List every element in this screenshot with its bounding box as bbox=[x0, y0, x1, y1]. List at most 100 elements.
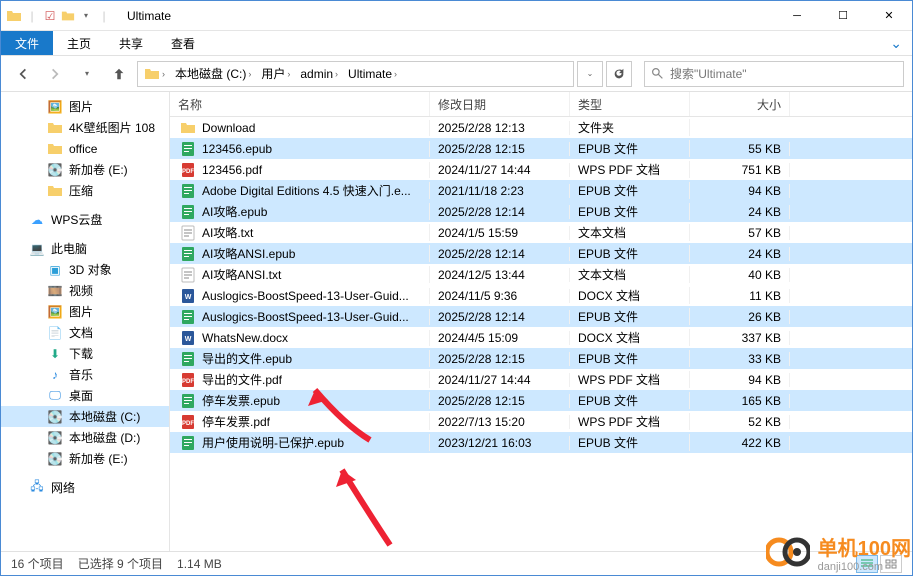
table-row[interactable]: AI攻略.txt2024/1/5 15:59文本文档57 KB bbox=[170, 222, 912, 243]
table-row[interactable]: 导出的文件.epub2025/2/28 12:15EPUB 文件33 KB bbox=[170, 348, 912, 369]
check-icon[interactable]: ☑ bbox=[42, 8, 58, 24]
recent-dropdown[interactable]: ▾ bbox=[73, 60, 101, 88]
forward-button[interactable] bbox=[41, 60, 69, 88]
up-button[interactable] bbox=[105, 60, 133, 88]
ribbon-tabs: 文件 主页 共享 查看 ⌄ bbox=[1, 31, 912, 56]
table-row[interactable]: AI攻略.epub2025/2/28 12:14EPUB 文件24 KB bbox=[170, 201, 912, 222]
breadcrumb-item[interactable]: admin› bbox=[296, 62, 344, 86]
drive-icon: 💽 bbox=[47, 430, 63, 446]
tree-docs[interactable]: 📄文档 bbox=[1, 322, 169, 343]
col-name[interactable]: 名称 bbox=[170, 92, 430, 116]
file-name: WhatsNew.docx bbox=[202, 331, 288, 345]
list-body[interactable]: Download2025/2/28 12:13文件夹123456.epub202… bbox=[170, 117, 912, 551]
tree-office[interactable]: office bbox=[1, 138, 169, 159]
table-row[interactable]: Auslogics-BoostSpeed-13-User-Guid... 2025… bbox=[170, 306, 912, 327]
tab-share[interactable]: 共享 bbox=[105, 31, 157, 55]
refresh-button[interactable] bbox=[606, 61, 632, 87]
breadcrumb-item[interactable]: 本地磁盘 (C:)› bbox=[171, 62, 257, 86]
tree-vol-e[interactable]: 💽新加卷 (E:) bbox=[1, 159, 169, 180]
table-row[interactable]: PDF停车发票.pdf2022/7/13 15:20WPS PDF 文档52 K… bbox=[170, 411, 912, 432]
breadcrumb[interactable]: › 本地磁盘 (C:)› 用户› admin› Ultimate› bbox=[137, 61, 574, 87]
tab-home[interactable]: 主页 bbox=[53, 31, 105, 55]
tree-3d[interactable]: ▣3D 对象 bbox=[1, 259, 169, 280]
tree-pics2[interactable]: 🖼️图片 bbox=[1, 301, 169, 322]
table-row[interactable]: AI攻略ANSI.txt2024/12/5 13:44文本文档40 KB bbox=[170, 264, 912, 285]
file-type: 文本文档 bbox=[570, 266, 690, 283]
table-row[interactable]: 停车发票.epub2025/2/28 12:15EPUB 文件165 KB bbox=[170, 390, 912, 411]
nav-tree[interactable]: 🖼️图片 4K壁纸图片 108 office 💽新加卷 (E:) 压缩 ☁WPS… bbox=[1, 92, 170, 551]
table-row[interactable]: WWhatsNew.docx2024/4/5 15:09DOCX 文档337 K… bbox=[170, 327, 912, 348]
qat-dropdown-icon[interactable]: ▾ bbox=[78, 8, 94, 24]
file-size: 55 KB bbox=[690, 142, 790, 156]
file-size: 57 KB bbox=[690, 226, 790, 240]
file-type: EPUB 文件 bbox=[570, 140, 690, 157]
tree-wallpaper[interactable]: 4K壁纸图片 108 bbox=[1, 117, 169, 138]
tree-pictures[interactable]: 🖼️图片 bbox=[1, 96, 169, 117]
tab-file[interactable]: 文件 bbox=[1, 31, 53, 55]
divider-icon: | bbox=[24, 8, 40, 24]
epub-icon bbox=[180, 183, 196, 199]
table-row[interactable]: PDF123456.pdf2024/11/27 14:44WPS PDF 文档7… bbox=[170, 159, 912, 180]
file-name: Auslogics-BoostSpeed-13-User-Guid... bbox=[202, 310, 409, 324]
tree-desktop[interactable]: 🖵桌面 bbox=[1, 385, 169, 406]
file-size: 94 KB bbox=[690, 184, 790, 198]
drive-icon: 💽 bbox=[47, 409, 63, 425]
tree-wps[interactable]: ☁WPS云盘 bbox=[1, 209, 169, 230]
file-name: 导出的文件.epub bbox=[202, 350, 292, 367]
svg-text:W: W bbox=[185, 336, 192, 343]
download-icon: ⬇ bbox=[47, 346, 63, 362]
table-row[interactable]: AI攻略ANSI.epub2025/2/28 12:14EPUB 文件24 KB bbox=[170, 243, 912, 264]
table-row[interactable]: PDF导出的文件.pdf2024/11/27 14:44WPS PDF 文档94… bbox=[170, 369, 912, 390]
tree-thispc[interactable]: 💻此电脑 bbox=[1, 238, 169, 259]
svg-text:PDF: PDF bbox=[182, 379, 194, 385]
folder-small-icon[interactable] bbox=[60, 8, 76, 24]
breadcrumb-dropdown[interactable]: ⌄ bbox=[577, 61, 603, 87]
col-size[interactable]: 大小 bbox=[690, 92, 790, 116]
file-type: 文本文档 bbox=[570, 224, 690, 241]
tree-vol-d[interactable]: 💽本地磁盘 (D:) bbox=[1, 427, 169, 448]
epub-icon bbox=[180, 204, 196, 220]
table-row[interactable]: Download2025/2/28 12:13文件夹 bbox=[170, 117, 912, 138]
tree-compress[interactable]: 压缩 bbox=[1, 180, 169, 201]
breadcrumb-item[interactable]: 用户› bbox=[257, 62, 296, 86]
network-icon: 🖧 bbox=[29, 480, 45, 496]
picture-icon: 🖼️ bbox=[47, 304, 63, 320]
col-type[interactable]: 类型 bbox=[570, 92, 690, 116]
close-button[interactable]: ✕ bbox=[866, 1, 912, 31]
txt-icon bbox=[180, 225, 196, 241]
view-large-button[interactable] bbox=[880, 555, 902, 573]
tree-vol-e2[interactable]: 💽新加卷 (E:) bbox=[1, 448, 169, 469]
file-name: 停车发票.epub bbox=[202, 392, 280, 409]
file-size: 422 KB bbox=[690, 436, 790, 450]
tree-music[interactable]: ♪音乐 bbox=[1, 364, 169, 385]
tree-vol-c[interactable]: 💽本地磁盘 (C:) bbox=[1, 406, 169, 427]
ribbon-expand-icon[interactable]: ⌄ bbox=[880, 31, 912, 55]
back-button[interactable] bbox=[9, 60, 37, 88]
breadcrumb-item[interactable]: Ultimate› bbox=[344, 62, 403, 86]
table-row[interactable]: 用户使用说明-已保护.epub2023/12/21 16:03EPUB 文件42… bbox=[170, 432, 912, 453]
tree-videos[interactable]: 🎞️视频 bbox=[1, 280, 169, 301]
file-type: WPS PDF 文档 bbox=[570, 413, 690, 430]
file-size: 26 KB bbox=[690, 310, 790, 324]
file-date: 2025/2/28 12:14 bbox=[430, 310, 570, 324]
file-date: 2025/2/28 12:15 bbox=[430, 142, 570, 156]
tree-network[interactable]: 🖧网络 bbox=[1, 477, 169, 498]
file-name: 用户使用说明-已保护.epub bbox=[202, 434, 344, 451]
svg-text:W: W bbox=[185, 294, 192, 301]
table-row[interactable]: Adobe Digital Editions 4.5 快速入门.e...2021… bbox=[170, 180, 912, 201]
view-details-button[interactable] bbox=[856, 555, 878, 573]
breadcrumb-root-icon[interactable]: › bbox=[140, 62, 171, 86]
table-row[interactable]: 123456.epub2025/2/28 12:15EPUB 文件55 KB bbox=[170, 138, 912, 159]
file-size: 33 KB bbox=[690, 352, 790, 366]
docx-icon: W bbox=[180, 330, 196, 346]
minimize-button[interactable]: ─ bbox=[774, 1, 820, 31]
search-input[interactable]: 搜索"Ultimate" bbox=[644, 61, 904, 87]
file-type: EPUB 文件 bbox=[570, 245, 690, 262]
table-row[interactable]: WAuslogics-BoostSpeed-13-User-Guid...202… bbox=[170, 285, 912, 306]
col-date[interactable]: 修改日期 bbox=[430, 92, 570, 116]
tab-view[interactable]: 查看 bbox=[157, 31, 209, 55]
status-size: 1.14 MB bbox=[177, 557, 222, 571]
tree-downloads[interactable]: ⬇下载 bbox=[1, 343, 169, 364]
file-date: 2025/2/28 12:14 bbox=[430, 247, 570, 261]
maximize-button[interactable]: ☐ bbox=[820, 1, 866, 31]
